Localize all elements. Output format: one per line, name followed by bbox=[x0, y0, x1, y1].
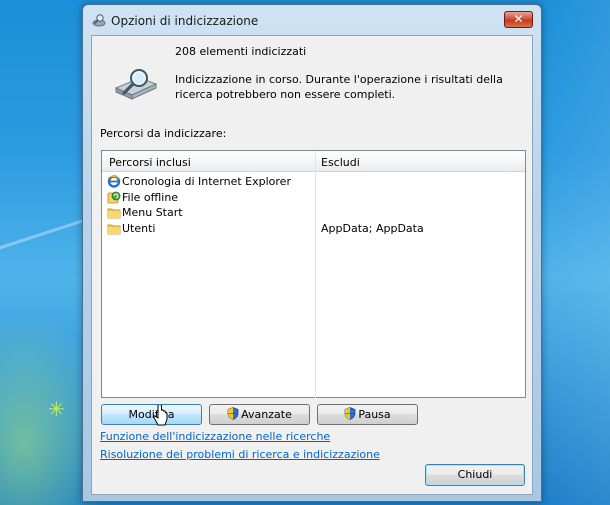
item-name: Menu Start bbox=[122, 206, 183, 219]
list-rows: Cronologia di Internet Explorer File off… bbox=[102, 174, 525, 236]
close-icon: ✕ bbox=[513, 12, 524, 26]
column-header-included[interactable]: Percorsi inclusi bbox=[109, 156, 191, 169]
item-name: File offline bbox=[122, 190, 179, 204]
pause-button-label: Pausa bbox=[358, 408, 391, 421]
title-bar[interactable]: Opzioni di indicizzazione ✕ bbox=[83, 5, 541, 35]
indexed-locations-list[interactable]: Percorsi inclusi Escludi Cronologia di I… bbox=[101, 150, 526, 398]
uac-shield-icon bbox=[344, 407, 356, 420]
indexing-options-window: Opzioni di indicizzazione ✕ 208 elementi… bbox=[82, 4, 542, 502]
list-item[interactable]: Cronologia di Internet Explorer bbox=[102, 174, 525, 190]
folder-icon bbox=[107, 224, 121, 234]
offline-files-icon bbox=[107, 191, 121, 203]
item-exclude: AppData; AppData bbox=[321, 221, 424, 235]
list-item[interactable]: Menu Start bbox=[102, 205, 525, 221]
indexing-options-icon bbox=[92, 14, 106, 27]
paths-to-index-label: Percorsi da indicizzare: bbox=[100, 127, 227, 140]
advanced-button-label: Avanzate bbox=[241, 408, 292, 421]
list-item[interactable]: File offline bbox=[102, 190, 525, 206]
window-title: Opzioni di indicizzazione bbox=[111, 14, 259, 28]
modify-button[interactable]: Modifica bbox=[101, 404, 202, 425]
folder-icon bbox=[107, 208, 121, 219]
item-name: Cronologia di Internet Explorer bbox=[122, 175, 291, 188]
desktop-edge bbox=[540, 0, 610, 505]
uac-shield-icon bbox=[227, 407, 239, 420]
item-name: Utenti bbox=[122, 221, 156, 235]
indexed-items-count: 208 elementi indicizzati bbox=[175, 45, 307, 58]
link-troubleshoot-search[interactable]: Risoluzione dei problemi di ricerca e in… bbox=[100, 448, 380, 461]
internet-explorer-icon bbox=[107, 175, 121, 188]
indexing-drive-icon bbox=[114, 69, 158, 100]
leaf-icon: ✳ bbox=[48, 397, 65, 421]
close-button[interactable]: Chiudi bbox=[425, 464, 525, 486]
close-window-button[interactable]: ✕ bbox=[504, 11, 533, 28]
column-header-exclude[interactable]: Escludi bbox=[321, 156, 360, 169]
indexing-status-text: Indicizzazione in corso. Durante l'opera… bbox=[175, 73, 503, 101]
link-indexing-in-search[interactable]: Funzione dell'indicizzazione nelle ricer… bbox=[100, 430, 330, 443]
list-header: Percorsi inclusi Escludi bbox=[102, 151, 525, 172]
list-item[interactable]: Utenti AppData; AppData bbox=[102, 221, 525, 237]
advanced-button[interactable]: Avanzate bbox=[209, 404, 310, 425]
pause-button[interactable]: Pausa bbox=[317, 404, 418, 425]
mouse-cursor-icon bbox=[153, 405, 168, 426]
